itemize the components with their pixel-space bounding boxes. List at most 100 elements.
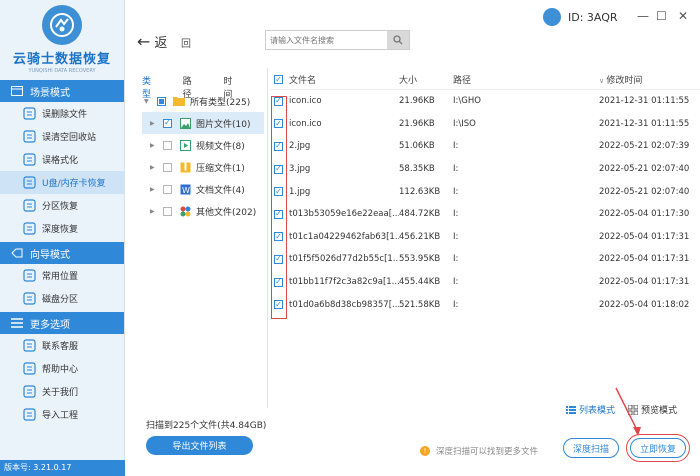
sidebar-item-label: 关于我们 bbox=[42, 388, 79, 398]
file-size: 58.35KB bbox=[399, 164, 435, 175]
recover-now-button[interactable]: 立即恢复 bbox=[630, 438, 686, 458]
table-row[interactable]: icon.ico 21.96KB I:\GHO 2021-12-31 01:11:55 bbox=[270, 90, 700, 113]
back-button[interactable]: ← 返 bbox=[137, 32, 167, 51]
table-row[interactable]: 1.jpg 112.63KB I: 2022-05-21 02:07:40 bbox=[270, 180, 700, 203]
deep-scan-button[interactable]: 深度扫描 bbox=[563, 438, 619, 458]
export-list-button[interactable]: 导出文件列表 bbox=[146, 436, 253, 455]
search-button[interactable] bbox=[387, 31, 409, 49]
expand-chevron-icon[interactable]: ▶ bbox=[150, 186, 158, 193]
table-header: 文件名 大小 路径 ∨ 修改时间 bbox=[270, 70, 700, 90]
sidebar-item[interactable]: 导入工程 bbox=[0, 403, 124, 426]
topbar: ← 返 回 ID: 3AQR — ☐ ✕ bbox=[125, 0, 700, 66]
folder-icon bbox=[173, 95, 185, 107]
tree-item-checkbox[interactable] bbox=[163, 184, 172, 194]
sidebar-item[interactable]: 常用位置 bbox=[0, 264, 124, 287]
expand-chevron-icon[interactable]: ▶ bbox=[150, 164, 158, 171]
sidebar-item-label: 帮助中心 bbox=[42, 365, 79, 375]
file-path: I:\ISO bbox=[453, 118, 476, 129]
account[interactable]: ID: 3AQR bbox=[543, 8, 618, 26]
col-name[interactable]: 文件名 bbox=[289, 73, 399, 86]
tree-item-checkbox[interactable] bbox=[163, 162, 172, 172]
sidebar-item[interactable]: 误清空回收站 bbox=[0, 125, 124, 148]
sidebar-item[interactable]: 深度恢复 bbox=[0, 217, 124, 240]
sidebar-item[interactable]: 帮助中心 bbox=[0, 357, 124, 380]
document-icon: W bbox=[179, 183, 191, 195]
file-path: I: bbox=[453, 254, 459, 265]
table-row[interactable]: 3.jpg 58.35KB I: 2022-05-21 02:07:40 bbox=[270, 158, 700, 181]
tree-item[interactable]: ▶ 图片文件(10) bbox=[142, 112, 264, 134]
account-id: ID: 3AQR bbox=[568, 10, 618, 24]
location-icon bbox=[22, 268, 37, 283]
tree-item[interactable]: ▶ 视频文件(8) bbox=[142, 134, 264, 156]
row-checkbox[interactable] bbox=[274, 254, 283, 264]
file-time: 2022-05-04 01:17:31 bbox=[599, 277, 690, 288]
row-checkbox[interactable] bbox=[274, 277, 283, 287]
table-row[interactable]: icon.ico 21.96KB I:\ISO 2021-12-31 01:11:55 bbox=[270, 113, 700, 136]
sidebar-item-label: 误清空回收站 bbox=[42, 133, 97, 143]
select-all-checkbox[interactable] bbox=[274, 75, 283, 84]
sidebar-item[interactable]: 关于我们 bbox=[0, 380, 124, 403]
table-row[interactable]: t01bb11f7f2c3a82c9a[1...455.44KB I: 2022-0… bbox=[270, 271, 700, 294]
section-title: 场景模式 bbox=[30, 87, 70, 99]
table-row[interactable]: t01d0a6b8d38cb98357[...521.58KB I: 2022-05… bbox=[270, 293, 700, 316]
section-title: 向导模式 bbox=[30, 249, 70, 261]
row-checkbox[interactable] bbox=[274, 96, 283, 106]
sidebar-item[interactable]: 联系客服 bbox=[0, 334, 124, 357]
row-checkbox[interactable] bbox=[274, 119, 283, 129]
sidebar-item[interactable]: 磁盘分区 bbox=[0, 287, 124, 310]
sidebar-item[interactable]: 误删除文件 bbox=[0, 102, 124, 125]
minimize-icon[interactable]: — bbox=[637, 9, 649, 23]
tree-item[interactable]: ▶ 压缩文件(1) bbox=[142, 156, 264, 178]
file-name: icon.ico bbox=[289, 96, 322, 107]
col-path[interactable]: 路径 bbox=[453, 73, 599, 86]
tab-type[interactable]: 类型 bbox=[142, 70, 157, 100]
sidebar-item-label: 磁盘分区 bbox=[42, 295, 79, 305]
table-row[interactable]: t013b53059e16e22eaa[...484.72KB I: 2022-05… bbox=[270, 203, 700, 226]
expand-chevron-icon[interactable]: ▶ bbox=[150, 208, 158, 215]
preview-mode-toggle[interactable]: 预览模式 bbox=[628, 403, 677, 416]
list-mode-toggle[interactable]: 列表模式 bbox=[566, 403, 615, 416]
maximize-icon[interactable]: ☐ bbox=[656, 9, 667, 23]
sidebar-item[interactable]: U盘/内存卡恢复 bbox=[0, 171, 124, 194]
tab-path[interactable]: 路径 bbox=[183, 70, 198, 100]
expand-chevron-icon[interactable]: ▼ bbox=[144, 98, 152, 105]
table-row[interactable]: 2.jpg 51.06KB I: 2022-05-21 02:07:39 bbox=[270, 135, 700, 158]
file-time: 2022-05-21 02:07:40 bbox=[599, 186, 690, 197]
close-icon[interactable]: ✕ bbox=[678, 9, 688, 23]
expand-chevron-icon[interactable]: ▶ bbox=[150, 120, 158, 127]
col-time[interactable]: ∨ 修改时间 bbox=[599, 73, 699, 86]
tree-item[interactable]: ▶ W 文档文件(4) bbox=[142, 178, 264, 200]
tree-item-checkbox[interactable] bbox=[157, 96, 166, 106]
guide-icon bbox=[10, 247, 24, 259]
sidebar-item[interactable]: 误格式化 bbox=[0, 148, 124, 171]
table-row[interactable]: t01c1a04229462fab63[1...456.21KB I: 2022-0… bbox=[270, 226, 700, 249]
table-row[interactable]: t01f5f5026d77d2b55c[1...553.95KB I: 2022-0… bbox=[270, 248, 700, 271]
row-checkbox[interactable] bbox=[274, 300, 283, 310]
tree-item-label: 文档文件(4) bbox=[196, 185, 245, 196]
row-checkbox[interactable] bbox=[274, 141, 283, 151]
file-name: t01f5f5026d77d2b55c[1... bbox=[289, 254, 399, 265]
file-size: 51.06KB bbox=[399, 141, 435, 152]
tree-item-checkbox[interactable] bbox=[163, 140, 172, 150]
row-checkbox[interactable] bbox=[274, 164, 283, 174]
file-size: 521.58KB bbox=[399, 299, 441, 310]
scene-icon bbox=[10, 85, 24, 97]
tree-item-checkbox[interactable] bbox=[163, 206, 172, 216]
search-input[interactable] bbox=[266, 31, 387, 49]
home-button[interactable]: 回 bbox=[181, 35, 191, 50]
tree-item[interactable]: ▼ 所有类型(225) bbox=[142, 90, 264, 112]
row-checkbox[interactable] bbox=[274, 209, 283, 219]
expand-chevron-icon[interactable]: ▶ bbox=[150, 142, 158, 149]
image-icon bbox=[179, 117, 191, 129]
sidebar-item[interactable]: 分区恢复 bbox=[0, 194, 124, 217]
tree-item-checkbox[interactable] bbox=[163, 118, 172, 128]
tree-item[interactable]: ▶ 其他文件(202) bbox=[142, 200, 264, 222]
row-checkbox[interactable] bbox=[274, 232, 283, 242]
about-icon bbox=[22, 384, 37, 399]
usb-icon bbox=[22, 175, 37, 190]
tree-item-label: 视频文件(8) bbox=[196, 141, 245, 152]
row-checkbox[interactable] bbox=[274, 187, 283, 197]
col-size[interactable]: 大小 bbox=[399, 73, 453, 86]
sidebar-item-label: 误格式化 bbox=[42, 156, 79, 166]
tab-time[interactable]: 时间 bbox=[223, 70, 238, 100]
